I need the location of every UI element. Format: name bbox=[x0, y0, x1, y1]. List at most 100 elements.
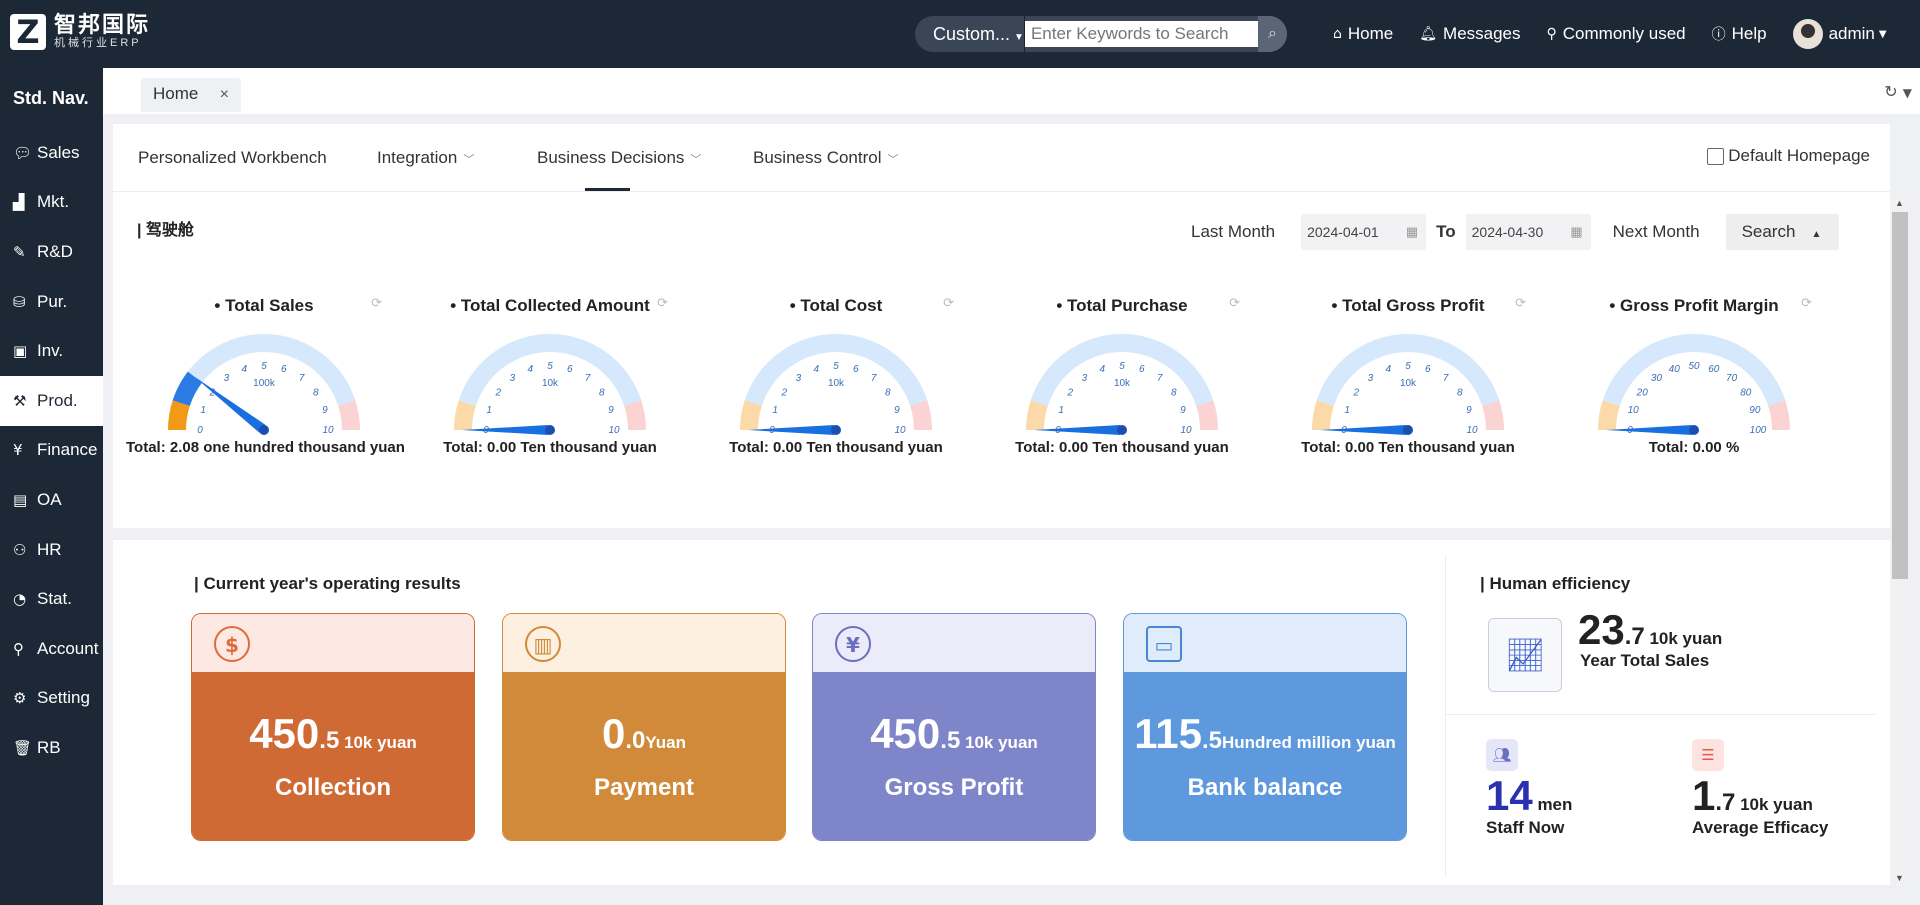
to-label: To bbox=[1436, 222, 1456, 241]
tab-label: Personalized Workbench bbox=[138, 148, 327, 167]
sidebar-item-rb[interactable]: 🗑︎ RB bbox=[0, 723, 103, 773]
gauge-tick-label: 3 bbox=[510, 373, 516, 384]
date-from-value: 2024-04-01 bbox=[1307, 224, 1379, 240]
divider bbox=[1445, 714, 1875, 715]
last-month-button[interactable]: Last Month bbox=[1191, 222, 1275, 242]
cockpit-search-button[interactable]: Search ▲ bbox=[1725, 214, 1839, 250]
gauge-tick-label: 10 bbox=[608, 425, 620, 436]
gauge-tick-label: 6 bbox=[853, 364, 859, 375]
scroll-down-icon[interactable]: ▼ bbox=[1895, 873, 1904, 883]
card-body: 450.5 10k yuan Collection bbox=[192, 672, 474, 840]
chevron-down-icon: ﹀ bbox=[887, 154, 899, 166]
gauge-hub bbox=[545, 425, 555, 435]
card-value-unit: 10k yuan bbox=[960, 733, 1038, 752]
refresh-icon[interactable]: ⟳ bbox=[943, 296, 954, 311]
sidebar-item-stat[interactable]: ◔ Stat. bbox=[0, 574, 103, 624]
user-menu[interactable]: admin ▼ bbox=[1792, 19, 1893, 49]
result-card-gross-profit[interactable]: ¥450.5 10k yuan Gross Profit bbox=[812, 613, 1096, 841]
briefcase-icon: ▤ bbox=[13, 490, 28, 509]
gauge-tick-label: 9 bbox=[322, 405, 328, 416]
search-input[interactable] bbox=[1024, 21, 1258, 47]
nav-help[interactable]: ⓘ Help bbox=[1712, 24, 1767, 44]
refresh-icon[interactable]: ↻ bbox=[1884, 82, 1897, 101]
search-mode-select[interactable]: Custom... ▼ bbox=[915, 16, 1025, 52]
sidebar-item-hr[interactable]: ⚇ HR bbox=[0, 525, 103, 575]
tab-business-control[interactable]: Business Control ﹀ bbox=[753, 148, 899, 168]
refresh-icon[interactable]: ⟳ bbox=[1229, 296, 1240, 311]
avg-int: 1 bbox=[1692, 772, 1716, 819]
search-button[interactable]: ⌕ bbox=[1257, 16, 1287, 52]
gauge: • Total Cost⟳01234567891010kTotal: 0.00 … bbox=[698, 296, 974, 456]
sub-nav: Personalized Workbench Integration ﹀ Busi… bbox=[113, 124, 1890, 192]
refresh-icon[interactable]: ⟳ bbox=[1801, 296, 1812, 311]
card-header: ▥ bbox=[503, 614, 785, 672]
card-value-int: 450 bbox=[249, 710, 320, 757]
sidebar-item-label: Mkt. bbox=[37, 192, 70, 212]
sidebar-item-sales[interactable]: 💬︎ Sales bbox=[0, 128, 103, 178]
scroll-up-icon[interactable]: ▲ bbox=[1895, 198, 1904, 208]
sidebar-item-inv[interactable]: ▣ Inv. bbox=[0, 326, 103, 376]
card-header: ▭ bbox=[1124, 614, 1406, 672]
tab-home[interactable]: Home × bbox=[141, 78, 241, 112]
yen-circle-icon: ¥ bbox=[835, 626, 871, 662]
card-value-dec: .5 bbox=[319, 727, 340, 754]
sidebar-item-prod[interactable]: ⚒ Prod. bbox=[0, 375, 103, 426]
nav-messages-label: Messages bbox=[1443, 24, 1521, 43]
sidebar-item-oa[interactable]: ▤ OA bbox=[0, 475, 103, 525]
tab-label: Business Decisions bbox=[537, 148, 685, 167]
tab-personalized-workbench[interactable]: Personalized Workbench bbox=[138, 148, 327, 168]
default-homepage-toggle[interactable]: Default Homepage bbox=[1707, 146, 1870, 166]
gauge-tick-label: 9 bbox=[1466, 405, 1472, 416]
checkbox[interactable] bbox=[1707, 147, 1725, 165]
gauge-tick-label: 2 bbox=[1066, 387, 1073, 398]
scrollbar-thumb[interactable] bbox=[1892, 212, 1908, 579]
gauge-unit-label: 100k bbox=[253, 378, 276, 389]
refresh-icon[interactable]: ⟳ bbox=[371, 296, 382, 311]
gauge-tick-label: 20 bbox=[1636, 387, 1649, 398]
card-value-int: 115 bbox=[1134, 710, 1202, 757]
gauge-hub bbox=[831, 425, 841, 435]
gauge-title: • Total Collected Amount bbox=[450, 296, 650, 315]
scrollbar[interactable]: ▲ ▼ bbox=[1890, 196, 1910, 885]
tab-integration[interactable]: Integration ﹀ bbox=[377, 148, 474, 168]
gear-icon: ⚙ bbox=[13, 689, 27, 708]
logo-subtitle: 机械行业ERP bbox=[54, 37, 142, 49]
refresh-icon[interactable]: ⟳ bbox=[1515, 296, 1526, 311]
gauge-unit-label: 10k bbox=[828, 378, 845, 389]
gauge-tick-label: 6 bbox=[1425, 364, 1431, 375]
nav-commonly-used[interactable]: ⚲ Commonly used bbox=[1547, 24, 1686, 44]
sidebar-item-account[interactable]: ⚲ Account bbox=[0, 624, 103, 674]
gauge-total: Total: 0.00 Ten thousand yuan bbox=[443, 439, 657, 456]
nav-home[interactable]: ⌂ Home bbox=[1333, 24, 1393, 44]
refresh-icon[interactable]: ⟳ bbox=[657, 296, 668, 311]
sidebar-item-r-d[interactable]: ✎ R&D bbox=[0, 227, 103, 277]
gauge-total: Total: 0.00 % bbox=[1648, 439, 1740, 456]
result-card-payment[interactable]: ▥ 0.0Yuan Payment bbox=[502, 613, 786, 841]
date-to-input[interactable]: 2024-04-30 ▦ bbox=[1465, 214, 1591, 250]
tab-business-decisions[interactable]: Business Decisions ﹀ bbox=[537, 148, 701, 168]
chevron-down-icon[interactable]: ▼ bbox=[1903, 86, 1912, 100]
nav-help-label: Help bbox=[1731, 24, 1767, 43]
logo[interactable]: Z 智邦国际 机械行业ERP bbox=[10, 14, 150, 50]
nav-messages[interactable]: 🔔︎ Messages bbox=[1419, 24, 1520, 44]
sidebar-item-mkt[interactable]: ▟ Mkt. bbox=[0, 178, 103, 228]
next-month-button[interactable]: Next Month bbox=[1613, 222, 1700, 242]
close-icon[interactable]: × bbox=[220, 79, 229, 111]
date-from-input[interactable]: 2024-04-01 ▦ bbox=[1301, 214, 1427, 250]
gauge-dial: 01234567891010k bbox=[740, 334, 932, 436]
result-card-bank-balance[interactable]: ▭ 115.5Hundred million yuan Bank balance bbox=[1123, 613, 1407, 841]
sidebar-item-pur[interactable]: ⛁ Pur. bbox=[0, 277, 103, 327]
logo-title: 智邦国际 bbox=[54, 12, 151, 37]
payment-doc-icon: ▥ bbox=[525, 626, 561, 662]
chat-icon: 💬︎ bbox=[13, 143, 33, 162]
default-homepage-label: Default Homepage bbox=[1728, 146, 1870, 165]
sidebar-item-finance[interactable]: ¥ Finance bbox=[0, 426, 103, 476]
card-label: Bank balance bbox=[1187, 774, 1343, 801]
result-card-collection[interactable]: $450.5 10k yuan Collection bbox=[191, 613, 475, 841]
gauge-tick-label: 8 bbox=[1171, 387, 1177, 398]
sidebar-item-setting[interactable]: ⚙ Setting bbox=[0, 674, 103, 724]
gauge-tick-label: 90 bbox=[1749, 405, 1761, 416]
sales-dec: .7 bbox=[1624, 623, 1645, 650]
gauge-tick-label: 5 bbox=[547, 361, 553, 372]
card-label: Payment bbox=[593, 774, 695, 801]
